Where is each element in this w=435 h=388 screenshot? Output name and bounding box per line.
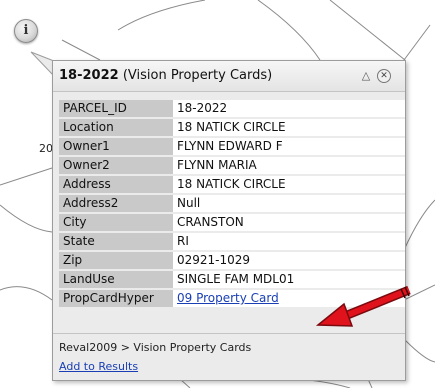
parcel-line xyxy=(0,286,53,301)
attribute-key: PARCEL_ID xyxy=(59,100,173,117)
street-number-label: 20 xyxy=(39,142,53,155)
parcel-line xyxy=(404,339,435,363)
attribute-key: City xyxy=(59,214,173,231)
attribute-value: CRANSTON xyxy=(173,214,405,231)
attribute-key: Owner1 xyxy=(59,138,173,155)
parcel-line xyxy=(403,199,435,251)
attribute-value: FLYNN EDWARD F xyxy=(173,138,405,155)
attribute-value: RI xyxy=(173,233,405,250)
layer-breadcrumb: Reval2009 > Vision Property Cards xyxy=(59,341,252,354)
parcel-line xyxy=(61,39,101,61)
popup-header: 18-2022 (Vision Property Cards) △ ✕ xyxy=(53,61,405,92)
table-row: Address 18 NATICK CIRCLE xyxy=(59,176,405,193)
parcel-line xyxy=(329,0,406,61)
attribute-key: LandUse xyxy=(59,271,173,288)
attribute-key: PropCardHyper xyxy=(59,290,173,307)
parcel-line xyxy=(257,0,321,61)
attribute-value: FLYNN MARIA xyxy=(173,157,405,174)
info-icon[interactable]: i xyxy=(14,19,38,43)
popup-parcel-id: 18-2022 xyxy=(59,68,119,83)
table-row: LandUse SINGLE FAM MDL01 xyxy=(59,271,405,288)
table-row: Owner2 FLYNN MARIA xyxy=(59,157,405,174)
attribute-key: Location xyxy=(59,119,173,136)
parcel-line xyxy=(0,167,53,186)
attribute-key: State xyxy=(59,233,173,250)
parcel-line xyxy=(0,204,53,233)
table-row: City CRANSTON xyxy=(59,214,405,231)
popup-layer-name: (Vision Property Cards) xyxy=(122,68,273,83)
popup-title: 18-2022 (Vision Property Cards) xyxy=(59,68,272,83)
parcel-line xyxy=(403,24,431,61)
parcel-line xyxy=(117,0,206,31)
attribute-value: Null xyxy=(173,195,405,212)
attribute-value: 18-2022 xyxy=(173,100,405,117)
parcel-line xyxy=(403,284,435,301)
table-row: State RI xyxy=(59,233,405,250)
table-row: Owner1 FLYNN EDWARD F xyxy=(59,138,405,155)
table-row: Address2 Null xyxy=(59,195,405,212)
identify-popup: 18-2022 (Vision Property Cards) △ ✕ PARC… xyxy=(52,60,406,381)
popup-footer: Reval2009 > Vision Property Cards Add to… xyxy=(53,333,405,381)
attribute-key: Owner2 xyxy=(59,157,173,174)
attribute-value-cell: 09 Property Card xyxy=(173,290,405,307)
attribute-key: Address xyxy=(59,176,173,193)
attribute-value: 18 NATICK CIRCLE xyxy=(173,176,405,193)
attribute-value: 18 NATICK CIRCLE xyxy=(173,119,405,136)
property-card-link[interactable]: 09 Property Card xyxy=(177,291,279,305)
table-row: Zip 02921-1029 xyxy=(59,252,405,269)
close-icon[interactable]: ✕ xyxy=(377,69,391,83)
collapse-icon[interactable]: △ xyxy=(359,69,373,83)
add-to-results-link[interactable]: Add to Results xyxy=(59,360,138,373)
attribute-key: Address2 xyxy=(59,195,173,212)
attribute-value: 02921-1029 xyxy=(173,252,405,269)
table-row: Location 18 NATICK CIRCLE xyxy=(59,119,405,136)
attribute-value: SINGLE FAM MDL01 xyxy=(173,271,405,288)
table-row: PARCEL_ID 18-2022 xyxy=(59,100,405,117)
table-row: PropCardHyper 09 Property Card xyxy=(59,290,405,307)
attribute-key: Zip xyxy=(59,252,173,269)
attribute-table: PARCEL_ID 18-2022 Location 18 NATICK CIR… xyxy=(59,98,405,309)
